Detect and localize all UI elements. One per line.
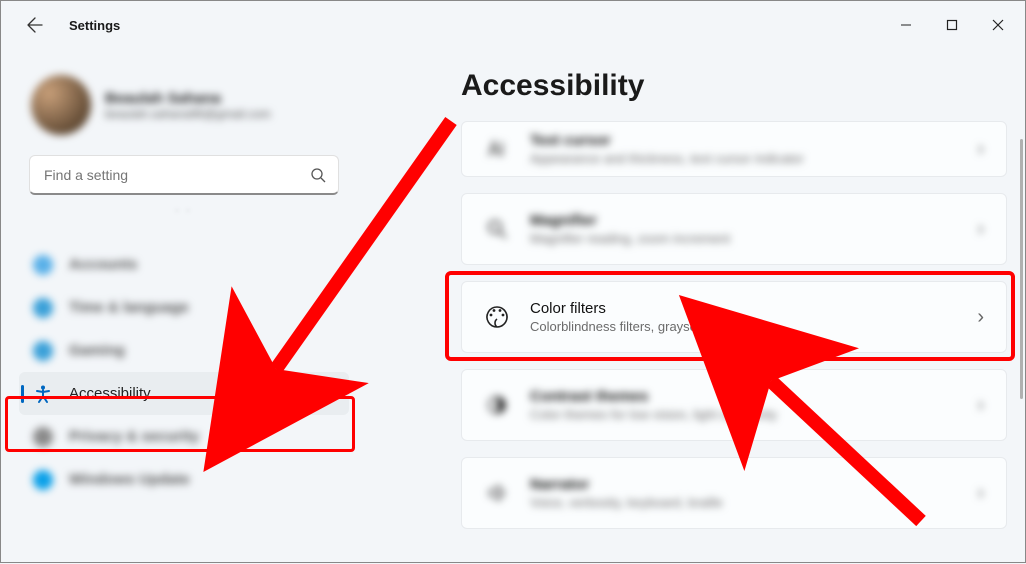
windows-update-icon — [33, 470, 53, 490]
scrollbar[interactable] — [1020, 139, 1023, 399]
accounts-icon — [33, 255, 53, 275]
setting-sub: Voice, verbosity, keyboard, braille — [530, 495, 957, 510]
close-icon — [992, 19, 1004, 31]
user-name: Beaulah Sahana — [105, 90, 271, 107]
chevron-right-icon: › — [977, 394, 984, 417]
user-email: beaulah.sahana96@gmail.com — [105, 107, 271, 121]
text-cursor-icon — [484, 136, 510, 162]
setting-sub: Colorblindness filters, grayscale, inver… — [530, 319, 957, 334]
setting-text: Color filters Colorblindness filters, gr… — [530, 300, 957, 334]
sidebar-item-label: Windows Update — [69, 471, 190, 488]
content-area: Accessibility Text cursor Appearance and… — [361, 49, 1025, 564]
page-title: Accessibility — [461, 69, 1007, 103]
contrast-themes-icon — [484, 392, 510, 418]
setting-row-narrator[interactable]: Narrator Voice, verbosity, keyboard, bra… — [461, 457, 1007, 529]
back-button[interactable] — [17, 7, 53, 43]
setting-title: Text cursor — [530, 132, 957, 149]
setting-title: Contrast themes — [530, 388, 957, 405]
setting-text: Narrator Voice, verbosity, keyboard, bra… — [530, 476, 957, 510]
setting-text: Contrast themes Color themes for low vis… — [530, 388, 957, 422]
accessibility-icon — [33, 384, 53, 404]
setting-row-color-filters[interactable]: Color filters Colorblindness filters, gr… — [461, 281, 1007, 353]
sidebar-item-windows-update[interactable]: Windows Update — [19, 458, 349, 501]
privacy-security-icon — [33, 427, 53, 447]
sidebar-item-time-language[interactable]: Time & language — [19, 286, 349, 329]
sidebar: Beaulah Sahana beaulah.sahana96@gmail.co… — [1, 49, 361, 564]
sidebar-item-label: Gaming — [69, 342, 125, 359]
window-controls — [883, 9, 1021, 41]
sidebar-item-label: Time & language — [69, 299, 189, 316]
sidebar-item-label: Accessibility — [69, 385, 151, 402]
minimize-button[interactable] — [883, 9, 929, 41]
close-button[interactable] — [975, 9, 1021, 41]
avatar — [31, 75, 91, 135]
color-filters-icon — [484, 304, 510, 330]
setting-row-contrast-themes[interactable]: Contrast themes Color themes for low vis… — [461, 369, 1007, 441]
gaming-icon — [33, 341, 53, 361]
search-icon — [310, 167, 326, 183]
user-block[interactable]: Beaulah Sahana beaulah.sahana96@gmail.co… — [19, 65, 349, 149]
setting-title: Narrator — [530, 476, 957, 493]
sidebar-item-accessibility[interactable]: Accessibility — [19, 372, 349, 415]
setting-row-text-cursor[interactable]: Text cursor Appearance and thickness, te… — [461, 121, 1007, 177]
sidebar-item-label: Accounts — [69, 256, 137, 273]
sidebar-item-gaming[interactable]: Gaming — [19, 329, 349, 372]
chevron-right-icon: › — [977, 218, 984, 241]
sidebar-item-label: Privacy & security — [69, 428, 199, 445]
chevron-right-icon: › — [977, 138, 984, 161]
settings-list: Text cursor Appearance and thickness, te… — [461, 121, 1007, 529]
sidebar-item-accounts[interactable]: Accounts — [19, 243, 349, 286]
titlebar: Settings — [1, 1, 1025, 49]
search-box[interactable] — [29, 155, 339, 195]
minimize-icon — [900, 19, 912, 31]
user-info: Beaulah Sahana beaulah.sahana96@gmail.co… — [105, 90, 271, 121]
sidebar-item-privacy-security[interactable]: Privacy & security — [19, 415, 349, 458]
setting-sub: Magnifier reading, zoom increment — [530, 231, 957, 246]
nav-list: Accounts Time & language Gaming Accessib… — [19, 243, 349, 501]
app-title: Settings — [69, 18, 120, 33]
search-input[interactable] — [42, 166, 310, 184]
setting-row-magnifier[interactable]: Magnifier Magnifier reading, zoom increm… — [461, 193, 1007, 265]
setting-title: Magnifier — [530, 212, 957, 229]
setting-sub: Color themes for low vision, light sensi… — [530, 407, 957, 422]
time-language-icon — [33, 298, 53, 318]
magnifier-icon — [484, 216, 510, 242]
setting-text: Text cursor Appearance and thickness, te… — [530, 132, 957, 166]
setting-text: Magnifier Magnifier reading, zoom increm… — [530, 212, 957, 246]
setting-sub: Appearance and thickness, text cursor in… — [530, 151, 957, 166]
setting-title: Color filters — [530, 300, 957, 317]
narrator-icon — [484, 480, 510, 506]
maximize-button[interactable] — [929, 9, 975, 41]
arrow-left-icon — [27, 17, 43, 33]
chevron-right-icon: › — [977, 482, 984, 505]
maximize-icon — [946, 19, 958, 31]
chevron-right-icon: › — [977, 306, 984, 329]
